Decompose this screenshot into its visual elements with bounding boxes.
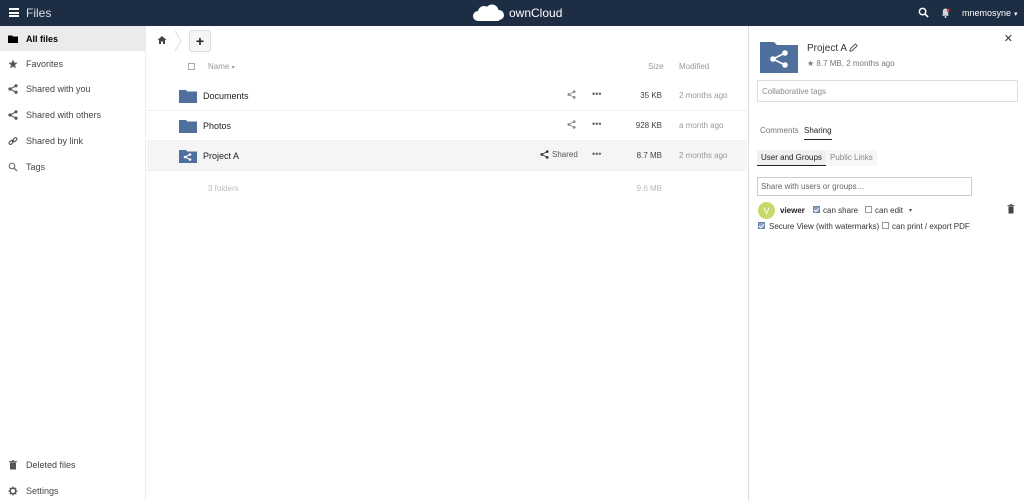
size-column-header[interactable]: Size (648, 62, 664, 71)
app-title[interactable]: Files (26, 6, 51, 20)
sidebar-item-label: Tags (26, 161, 46, 172)
hamburger-menu-icon[interactable] (9, 8, 19, 17)
sidebar-item-shared-with-others[interactable]: Shared with others (0, 102, 146, 127)
file-name[interactable]: Documents (203, 91, 249, 101)
can-print-label: can print / export PDF (892, 222, 970, 231)
sidebar-item-label: Favorites (26, 58, 64, 69)
file-modified: 2 months ago (679, 151, 728, 160)
details-panel: ✕ Project A ★ 8.7 MB, 2 months ago Colla… (748, 26, 1024, 501)
shared-label: Shared (552, 150, 578, 159)
tab-sharing[interactable]: Sharing (804, 126, 832, 140)
avatar: V (758, 202, 775, 219)
cloud-logo-icon (473, 4, 504, 21)
bell-icon[interactable] (941, 7, 950, 19)
sidebar-item-label: Shared with you (26, 83, 91, 94)
link-icon (8, 136, 18, 146)
name-header-label: Name (208, 62, 230, 71)
secure-view-label: Secure View (with watermarks) (769, 222, 880, 231)
modified-column-header[interactable]: Modified (679, 62, 709, 71)
table-row[interactable]: Photos ••• 928 KB a month ago (147, 111, 747, 141)
new-file-button[interactable]: + (189, 30, 211, 52)
share-button[interactable] (567, 120, 576, 129)
shared-button[interactable]: Shared (540, 150, 578, 159)
file-name[interactable]: Project A (203, 151, 239, 161)
total-size-summary: 9.6 MB (636, 184, 662, 193)
secure-view-checkbox[interactable] (758, 222, 765, 229)
collaborative-tags-input[interactable]: Collaborative tags (757, 80, 1018, 102)
top-bar: Files ownCloud mnemosyne ▾ (0, 0, 1024, 26)
sidebar-item-shared-by-link[interactable]: Shared by link (0, 128, 146, 153)
folder-icon (8, 34, 18, 44)
trash-icon[interactable] (1007, 204, 1015, 214)
sidebar-item-favorites[interactable]: Favorites (0, 51, 146, 76)
sidebar-item-label: Shared by link (26, 135, 84, 146)
details-meta-text: 8.7 MB, 2 months ago (816, 59, 895, 68)
can-print-checkbox[interactable] (882, 222, 889, 229)
star-icon (8, 59, 18, 69)
folder-icon (179, 120, 197, 133)
sidebar-item-label: Deleted files (26, 459, 76, 470)
sort-caret-icon: ▾ (231, 65, 235, 71)
more-actions-icon[interactable]: ••• (592, 89, 601, 99)
favorite-star-icon[interactable]: ★ (807, 59, 814, 68)
sidebar: All files Favorites Shared with you Shar… (0, 26, 146, 501)
sidebar-item-deleted-files[interactable]: Deleted files (0, 452, 146, 477)
more-actions-icon[interactable]: ••• (592, 149, 601, 159)
search-icon[interactable] (918, 7, 929, 18)
can-share-checkbox[interactable] (813, 206, 820, 213)
subtab-public-links[interactable]: Public Links (826, 150, 877, 166)
file-size: 35 KB (640, 91, 662, 100)
sidebar-item-label: All files (26, 33, 59, 44)
rename-pencil-icon[interactable] (849, 43, 858, 52)
can-edit-checkbox[interactable] (865, 206, 872, 213)
tab-comments[interactable]: Comments (760, 126, 799, 135)
select-all-checkbox[interactable] (188, 63, 195, 70)
file-list-area: + Name ▾ Size Modified Documents ••• 35 … (147, 26, 747, 501)
owncloud-logo[interactable]: ownCloud (470, 3, 562, 23)
share-button[interactable] (567, 90, 576, 99)
subtab-user-and-groups[interactable]: User and Groups (757, 150, 826, 166)
file-size: 928 KB (635, 121, 662, 130)
folder-icon (179, 90, 197, 103)
shared-folder-icon (179, 150, 197, 163)
can-edit-label: can edit (875, 206, 904, 215)
details-meta: ★ 8.7 MB, 2 months ago (807, 59, 895, 68)
can-share-label: can share (823, 206, 859, 215)
trash-icon (8, 459, 18, 470)
table-row[interactable]: Documents ••• 35 KB 2 months ago (147, 81, 747, 111)
shared-folder-icon (760, 42, 798, 73)
share-with-input[interactable]: Share with users or groups… (757, 177, 972, 196)
share-icon (8, 83, 18, 94)
file-size: 8.7 MB (636, 151, 662, 160)
sidebar-item-label: Settings (26, 485, 59, 496)
close-icon[interactable]: ✕ (1004, 32, 1013, 45)
sidebar-item-shared-with-you[interactable]: Shared with you (0, 76, 146, 101)
home-icon[interactable] (157, 35, 167, 45)
share-icon (540, 150, 549, 159)
sidebar-item-label: Shared with others (26, 109, 102, 120)
user-menu[interactable]: mnemosyne ▾ (962, 8, 1018, 18)
gear-icon (8, 486, 18, 496)
file-name[interactable]: Photos (203, 121, 231, 131)
share-recipient-name: viewer (780, 206, 805, 215)
share-icon (8, 109, 18, 120)
share-icon (567, 120, 576, 129)
sidebar-item-settings[interactable]: Settings (0, 478, 146, 503)
details-title: Project A (807, 43, 848, 54)
sidebar-item-all-files[interactable]: All files (0, 26, 146, 51)
caret-down-icon: ▾ (1014, 11, 1018, 18)
permissions-dropdown-icon[interactable]: ▾ (909, 207, 912, 214)
name-column-header[interactable]: Name ▾ (208, 62, 235, 71)
username: mnemosyne (962, 8, 1012, 18)
logo-text: ownCloud (509, 6, 563, 20)
file-modified: 2 months ago (679, 91, 728, 100)
table-row[interactable]: Project A Shared ••• 8.7 MB 2 months ago (147, 141, 747, 171)
sidebar-item-tags[interactable]: Tags (0, 154, 146, 179)
file-modified: a month ago (679, 121, 724, 130)
more-actions-icon[interactable]: ••• (592, 119, 601, 129)
share-icon (567, 90, 576, 99)
breadcrumb-separator-icon (174, 30, 182, 52)
tag-icon (8, 162, 18, 172)
folder-count-summary: 3 folders (208, 184, 239, 193)
